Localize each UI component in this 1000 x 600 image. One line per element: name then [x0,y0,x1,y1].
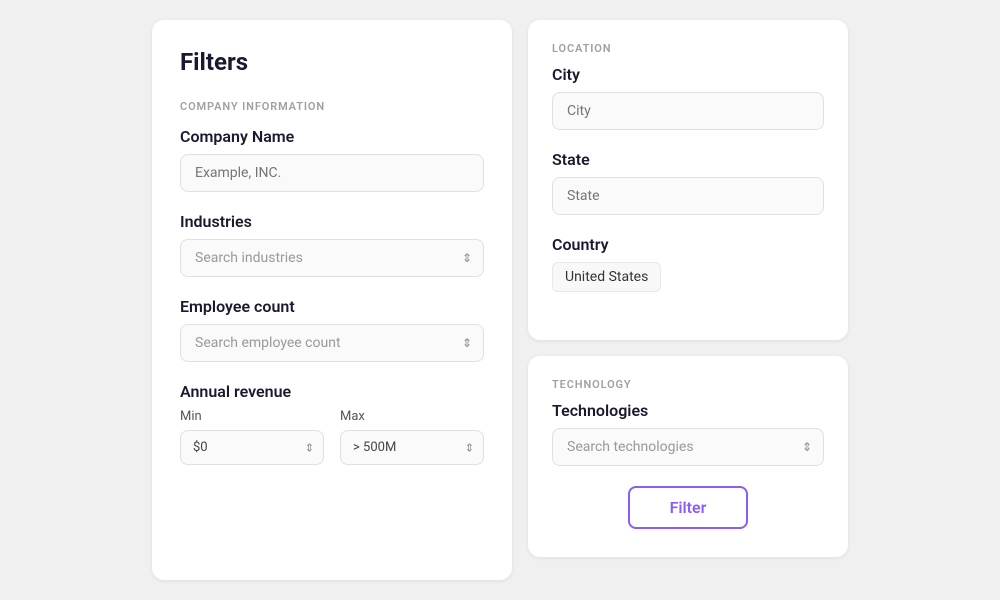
location-card: LOCATION City State Country United State… [528,20,848,340]
page-container: Filters COMPANY INFORMATION Company Name… [0,0,1000,600]
revenue-min-label: Min [180,409,324,424]
country-label: Country [552,235,824,254]
annual-revenue-label: Annual revenue [180,382,484,401]
left-card: Filters COMPANY INFORMATION Company Name… [152,20,512,580]
industries-label: Industries [180,212,484,231]
annual-revenue-group: Annual revenue Min $0 ⇕ Max > 500M [180,382,484,465]
state-label: State [552,150,824,169]
company-name-input[interactable] [180,154,484,192]
city-group: City [552,65,824,130]
filter-button[interactable]: Filter [628,486,749,529]
employee-count-select[interactable]: Search employee count [180,324,484,362]
state-group: State [552,150,824,215]
revenue-min-select[interactable]: $0 [180,430,324,465]
revenue-row: Min $0 ⇕ Max > 500M ⇕ [180,409,484,465]
revenue-max-label: Max [340,409,484,424]
industries-select-wrapper: Search industries ⇕ [180,239,484,277]
country-group: Country United States [552,235,824,292]
employee-count-label: Employee count [180,297,484,316]
right-column: LOCATION City State Country United State… [528,20,848,557]
industries-group: Industries Search industries ⇕ [180,212,484,277]
revenue-max-group: Max > 500M ⇕ [340,409,484,465]
technologies-select[interactable]: Search technologies [552,428,824,466]
revenue-max-select[interactable]: > 500M [340,430,484,465]
technology-card: TECHNOLOGY Technologies Search technolog… [528,356,848,557]
technologies-select-wrapper: Search technologies ⇕ [552,428,824,466]
company-name-group: Company Name [180,127,484,192]
revenue-min-group: Min $0 ⇕ [180,409,324,465]
country-badge: United States [552,262,661,292]
country-value: United States [565,269,648,285]
employee-count-select-wrapper: Search employee count ⇕ [180,324,484,362]
company-name-label: Company Name [180,127,484,146]
city-label: City [552,65,824,84]
revenue-max-wrapper: > 500M ⇕ [340,430,484,465]
company-section-label: COMPANY INFORMATION [180,100,484,113]
state-input[interactable] [552,177,824,215]
location-section-label: LOCATION [552,42,824,55]
technologies-label: Technologies [552,401,824,420]
employee-count-group: Employee count Search employee count ⇕ [180,297,484,362]
technologies-group: Technologies Search technologies ⇕ [552,401,824,466]
city-input[interactable] [552,92,824,130]
industries-select[interactable]: Search industries [180,239,484,277]
revenue-min-wrapper: $0 ⇕ [180,430,324,465]
technology-section-label: TECHNOLOGY [552,378,824,391]
filters-title: Filters [180,48,484,76]
